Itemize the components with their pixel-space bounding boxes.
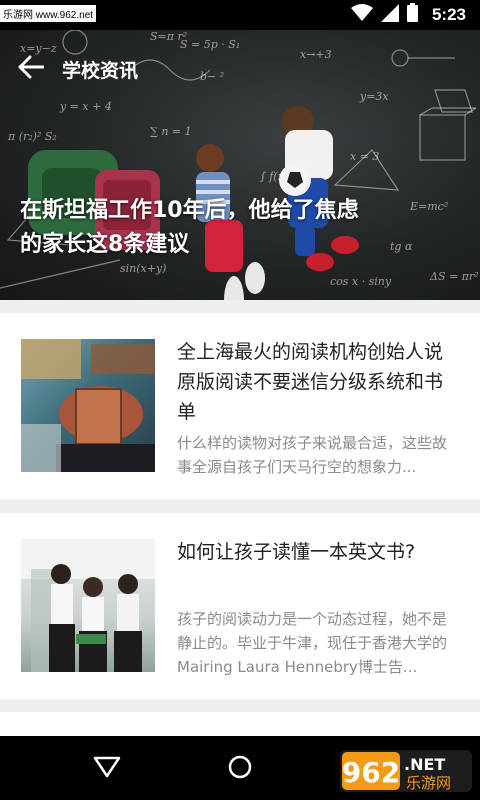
banner-headline-line: 的家长这8条建议: [20, 232, 190, 257]
article-card[interactable]: 如何让孩子读懂一本英文书? 孩子的阅读动力是一个动态过程，她不是静止的。毕业于牛…: [0, 513, 480, 699]
watermark-suffix: .NET: [404, 755, 445, 774]
banner-headline[interactable]: 在斯坦福工作10年后，他给了焦虑 的家长这8条建议: [20, 194, 420, 262]
article-thumbnail: [21, 339, 155, 472]
arrow-left-icon: [18, 55, 45, 83]
article-title[interactable]: 全上海最火的阅读机构创始人说原版阅读不要迷信分级系统和书单: [177, 337, 461, 427]
clock-time: 5:23: [431, 4, 466, 24]
signal-icon: [380, 3, 399, 26]
article-card[interactable]: 全上海最火的阅读机构创始人说原版阅读不要迷信分级系统和书单 什么样的读物对孩子来…: [0, 313, 480, 499]
battery-icon: [406, 3, 418, 26]
wifi-icon: [350, 4, 373, 25]
article-summary: 什么样的读物对孩子来说最合适，这些故事全源自孩子们天马行空的想象力...: [177, 434, 448, 476]
banner-headline-line: 在斯坦福工作10年后，他给了焦虑: [20, 198, 359, 223]
back-triangle-icon: [93, 756, 121, 782]
nav-back-button[interactable]: [90, 752, 124, 786]
nav-home-button[interactable]: [223, 752, 257, 786]
app-bar: 学校资讯: [0, 30, 480, 108]
watermark-digits: 962: [342, 756, 400, 789]
watermark-logo: 962 .NET 乐游网: [340, 748, 472, 794]
watermark-cn: 乐游网: [406, 774, 451, 792]
back-button[interactable]: [0, 30, 62, 108]
article-summary: 孩子的阅读动力是一个动态过程，她不是静止的。毕业于牛津，现任于香港大学的Mair…: [177, 610, 448, 676]
watermark-label: 乐游网 www.962.net: [0, 5, 97, 22]
home-circle-icon: [227, 754, 253, 784]
status-bar: 乐游网 www.962.net 5:23: [0, 0, 480, 30]
page-title: 学校资讯: [62, 59, 139, 82]
article-thumbnail: [21, 539, 155, 672]
article-card[interactable]: [0, 712, 480, 736]
article-title[interactable]: 如何让孩子读懂一本英文书?: [177, 537, 461, 567]
